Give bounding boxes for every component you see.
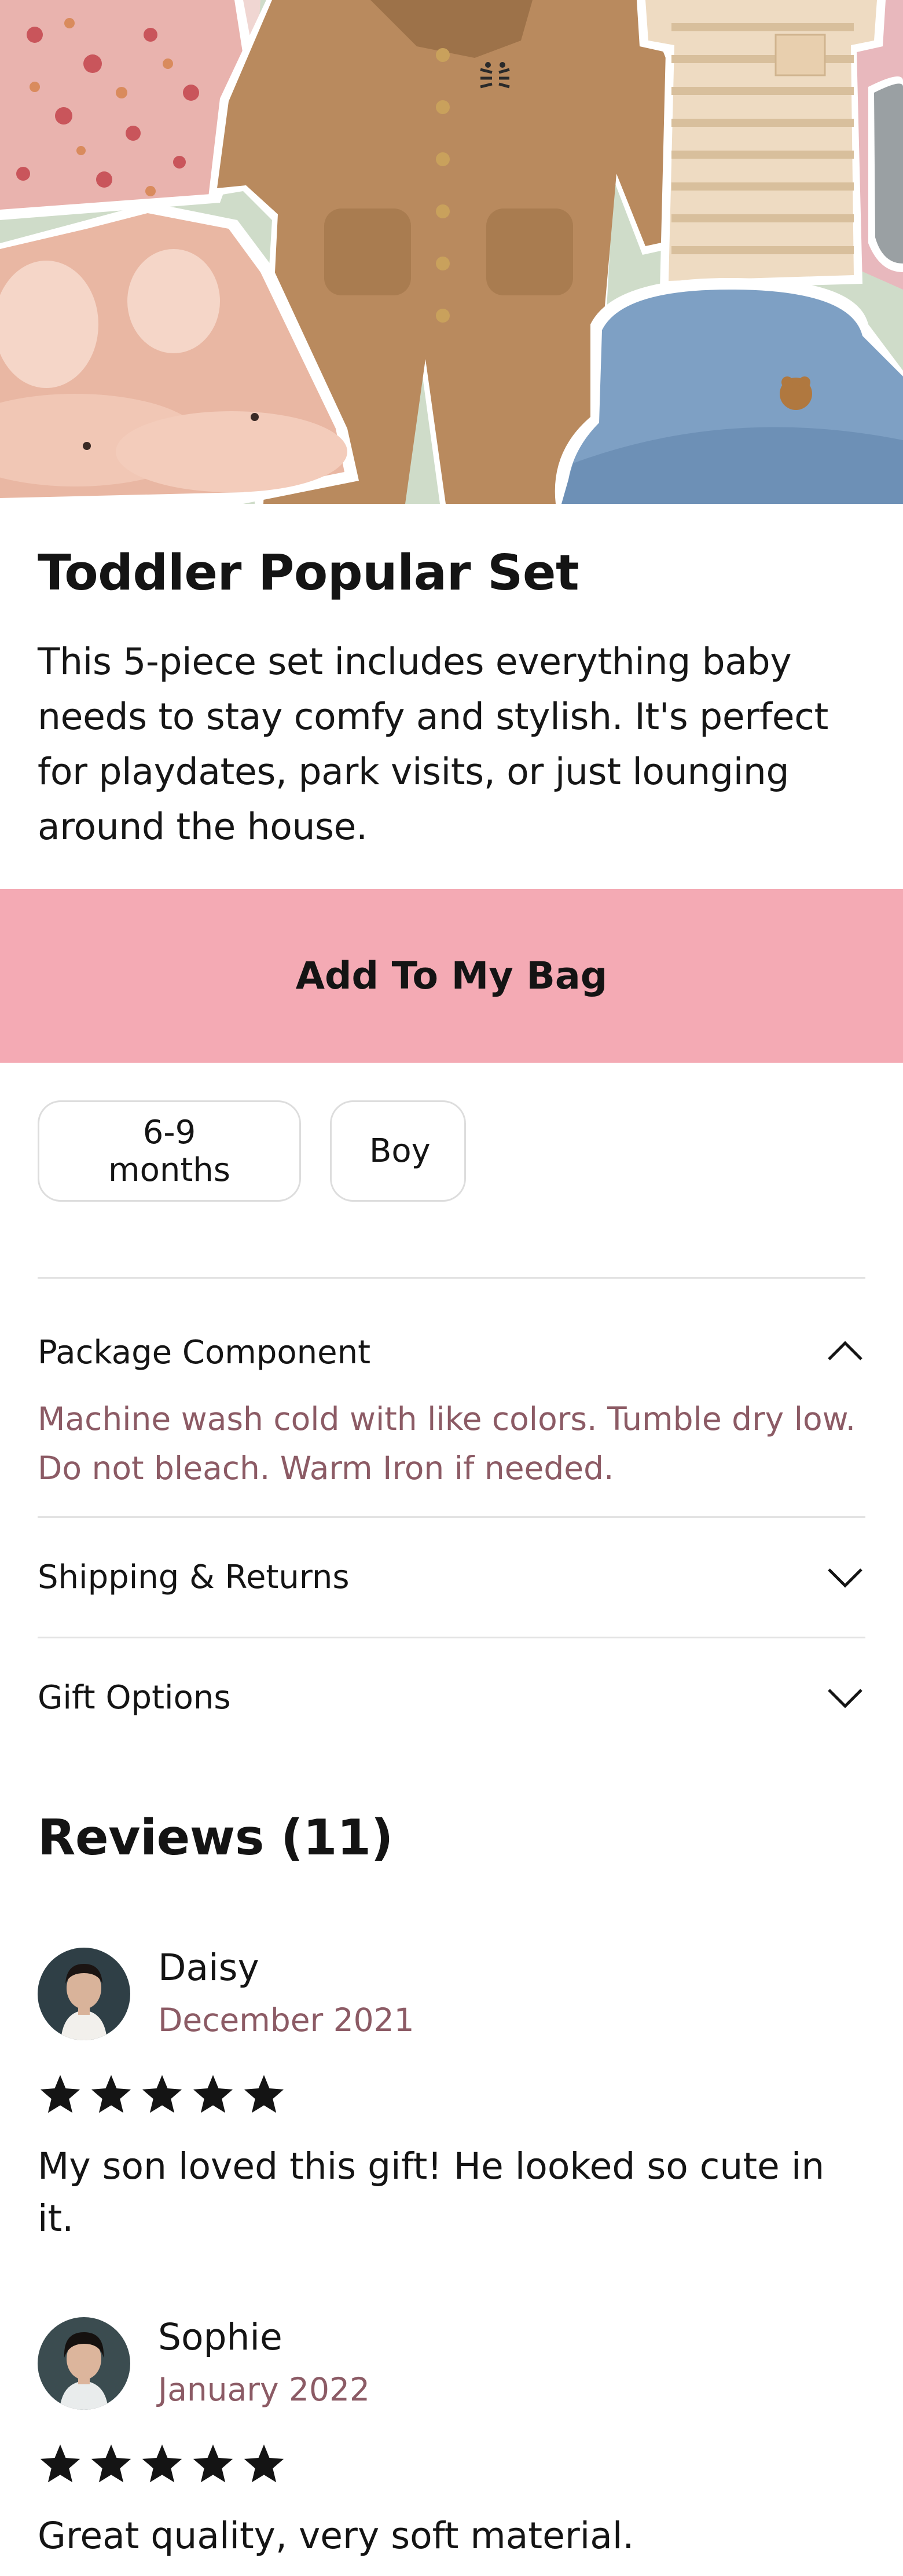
accordion-title: Package Component [38,1334,371,1371]
denim-bucket-hat-illustration [555,278,903,504]
star-icon [142,2074,182,2113]
accordion-header-gift-options[interactable]: Gift Options [38,1638,865,1757]
product-details-accordion: Package Component Machine wash cold with… [38,1277,865,1757]
product-collage-illustration [0,0,903,504]
size-option-chip[interactable]: 6-9 months [38,1100,301,1202]
reviewer: Daisy December 2021 [38,1945,865,2043]
star-rating [38,2442,865,2487]
add-to-bag-button[interactable]: Add To My Bag [0,889,903,1063]
star-icon [193,2444,233,2483]
option-chips: 6-9 months Boy [0,1100,903,1202]
chevron-up-icon [825,1331,865,1371]
star-rating [38,2072,865,2117]
accordion-shipping-returns: Shipping & Returns [38,1516,865,1637]
star-icon [244,2074,284,2113]
accordion-header-package-component[interactable]: Package Component [38,1279,865,1395]
product-hero-image [0,0,903,504]
review-date: December 2021 [158,2001,414,2039]
chevron-down-icon [825,1557,865,1598]
accordion-title: Gift Options [38,1679,231,1717]
striped-romper-illustration [637,0,886,290]
accordion-header-shipping-returns[interactable]: Shipping & Returns [38,1518,865,1637]
star-icon [91,2074,131,2113]
chevron-down-icon [825,1678,865,1718]
reviewer-name: Sophie [158,2316,282,2358]
gender-option-chip[interactable]: Boy [330,1100,466,1202]
review-item: Sophie January 2022 Great quality, very … [38,2314,865,2562]
avatar [38,2317,130,2410]
product-description: This 5-piece set includes everything bab… [38,641,828,848]
star-icon [244,2444,284,2483]
reviewer-name: Daisy [158,1946,259,1989]
review-date: January 2022 [158,2371,370,2408]
star-icon [40,2074,80,2113]
review-text: Great quality, very soft material. [38,2515,634,2557]
star-icon [193,2074,233,2113]
reviewer: Sophie January 2022 [38,2314,865,2413]
star-icon [40,2444,80,2483]
review-item: Daisy December 2021 My son loved this gi… [38,1945,865,2245]
star-icon [91,2444,131,2483]
accordion-body-package-component: Machine wash cold with like colors. Tumb… [38,1400,856,1487]
accordion-gift-options: Gift Options [38,1637,865,1757]
reviews-heading: Reviews (11) [38,1809,394,1867]
star-icon [142,2444,182,2483]
product-title: Toddler Popular Set [38,544,579,602]
avatar [38,1948,130,2040]
review-text: My son loved this gift! He looked so cut… [38,2145,825,2240]
accordion-title: Shipping & Returns [38,1558,350,1596]
accordion-package-component: Package Component Machine wash cold with… [38,1277,865,1516]
